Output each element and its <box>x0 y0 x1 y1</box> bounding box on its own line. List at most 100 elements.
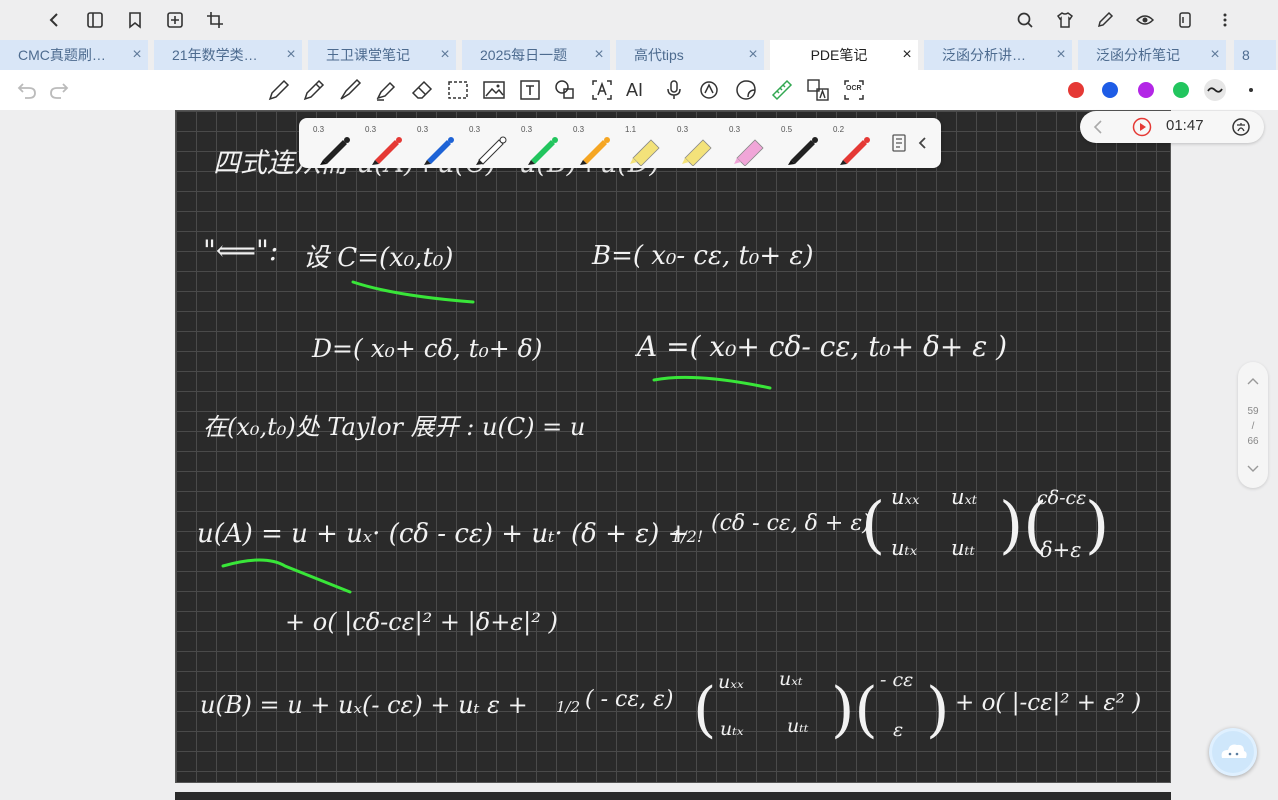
pen-slot-6[interactable]: 0.3 <box>569 120 617 166</box>
undo-icon[interactable] <box>15 78 39 102</box>
pen-width: 0.2 <box>833 125 845 134</box>
pen-width: 0.3 <box>469 125 481 134</box>
ai-icon[interactable]: AI <box>626 78 650 102</box>
recording-time: 01:47 <box>1166 117 1204 134</box>
pen-tray: 0.3 0.3 0.3 0.3 0.3 0.3 1.1 0.3 0.3 0.5 … <box>299 118 941 168</box>
ocr-icon[interactable]: OCR <box>842 78 866 102</box>
pen-mode-icon[interactable] <box>1091 6 1119 34</box>
tab-2025-daily[interactable]: 2025每日一题 × <box>462 40 612 70</box>
tab-label: CMC真题刷… <box>18 47 106 63</box>
translate-icon[interactable] <box>806 78 830 102</box>
page-up-icon[interactable] <box>1238 374 1268 388</box>
back-icon[interactable] <box>40 6 68 34</box>
tools-bar: AI OCR <box>0 70 1278 110</box>
close-icon[interactable]: × <box>1050 46 1072 64</box>
close-icon[interactable]: × <box>896 46 918 64</box>
tab-bar: CMC真题刷… × 21年数学类… × 王卫课堂笔记 × 2025每日一题 × 高代ti… <box>0 40 1278 70</box>
color-green[interactable] <box>1173 82 1189 98</box>
pen-slot-8[interactable]: 0.3 <box>673 120 721 166</box>
add-page-icon[interactable] <box>161 6 189 34</box>
stroke-style-icon[interactable] <box>1203 78 1227 102</box>
tab-label: 21年数学类… <box>172 47 258 63</box>
tab-algebra-tips[interactable]: 高代tips × <box>616 40 766 70</box>
close-icon[interactable]: × <box>588 46 610 64</box>
color-blue[interactable] <box>1102 82 1118 98</box>
lasso-select-icon[interactable] <box>446 78 470 102</box>
pen-width: 0.3 <box>417 125 429 134</box>
tab-wangwei[interactable]: 王卫课堂笔记 × <box>308 40 458 70</box>
transcribe-icon[interactable] <box>1230 117 1252 137</box>
page-total: 66 <box>1247 436 1259 447</box>
pen-width: 0.3 <box>573 125 585 134</box>
pencil-icon[interactable] <box>267 78 291 102</box>
tablet-icon[interactable] <box>1171 6 1199 34</box>
pen-width: 0.3 <box>365 125 377 134</box>
tab-label: PDE笔记 <box>810 47 868 63</box>
pen-slot-5[interactable]: 0.3 <box>517 120 565 166</box>
shirt-icon[interactable] <box>1051 6 1079 34</box>
pen-slot-11[interactable]: 0.2 <box>829 120 877 166</box>
tab-cmc[interactable]: CMC真题刷… × <box>0 40 150 70</box>
pen-slot-4[interactable]: 0.3 <box>465 120 513 166</box>
tab-functional-lecture[interactable]: 泛函分析讲… × <box>924 40 1074 70</box>
audio-tool-icon[interactable] <box>697 78 721 102</box>
text-recognize-icon[interactable] <box>590 78 614 102</box>
tab-label: 高代tips <box>634 47 684 63</box>
tab-overflow-count: 8 <box>1242 47 1250 63</box>
play-icon[interactable] <box>1132 117 1152 137</box>
pen-width: 0.3 <box>677 125 689 134</box>
notebook-page[interactable] <box>175 110 1171 783</box>
page-separator: / <box>1251 421 1255 432</box>
image-icon[interactable] <box>482 78 506 102</box>
close-icon[interactable]: × <box>280 46 302 64</box>
pen-width: 1.1 <box>625 125 637 134</box>
more-vertical-icon[interactable] <box>1211 6 1239 34</box>
pen-icon[interactable] <box>302 78 326 102</box>
pen-width: 0.3 <box>729 125 741 134</box>
search-icon[interactable] <box>1011 6 1039 34</box>
page-current: 59 <box>1247 406 1259 417</box>
text-box-icon[interactable] <box>518 78 542 102</box>
pen-slot-9[interactable]: 0.3 <box>725 120 773 166</box>
page-navigator: 59 / 66 <box>1238 362 1268 488</box>
assistant-cloud-icon[interactable] <box>1209 728 1257 776</box>
bookmark-icon[interactable] <box>121 6 149 34</box>
tab-functional-notes[interactable]: 泛函分析笔记 × <box>1078 40 1228 70</box>
close-icon[interactable]: × <box>126 46 148 64</box>
page-down-icon[interactable] <box>1238 462 1268 476</box>
stroke-size-dot[interactable] <box>1239 78 1263 102</box>
shapes-icon[interactable] <box>553 78 577 102</box>
pen-settings-icon[interactable] <box>891 134 907 152</box>
pen-slot-3[interactable]: 0.3 <box>413 120 461 166</box>
collapse-tray-icon[interactable] <box>917 135 929 151</box>
color-red[interactable] <box>1068 82 1084 98</box>
eraser-icon[interactable] <box>410 78 434 102</box>
highlighter-icon[interactable] <box>374 78 398 102</box>
eye-icon[interactable] <box>1131 6 1159 34</box>
ruler-icon[interactable] <box>770 78 794 102</box>
microphone-icon[interactable] <box>662 78 686 102</box>
top-bar <box>0 0 1278 40</box>
rewind-icon[interactable] <box>1092 119 1104 135</box>
tab-21-math[interactable]: 21年数学类… × <box>154 40 304 70</box>
redo-icon[interactable] <box>47 78 71 102</box>
notebook-icon[interactable] <box>81 6 109 34</box>
close-icon[interactable]: × <box>742 46 764 64</box>
pen-slot-10[interactable]: 0.5 <box>777 120 825 166</box>
tab-label: 泛函分析讲… <box>942 47 1026 63</box>
tab-pde-notes[interactable]: PDE笔记 × <box>770 40 920 70</box>
tab-label: 王卫课堂笔记 <box>326 47 410 63</box>
sticker-icon[interactable] <box>734 78 758 102</box>
crop-icon[interactable] <box>201 6 229 34</box>
ai-label: AI <box>626 80 644 100</box>
close-icon[interactable]: × <box>434 46 456 64</box>
tab-overflow[interactable]: 8 <box>1234 40 1278 70</box>
pen-slot-7[interactable]: 1.1 <box>621 120 669 166</box>
fountain-pen-icon[interactable] <box>338 78 362 102</box>
ocr-label: OCR <box>846 85 862 92</box>
pen-slot-1[interactable]: 0.3 <box>309 120 357 166</box>
pen-slot-2[interactable]: 0.3 <box>361 120 409 166</box>
tab-label: 泛函分析笔记 <box>1096 47 1180 63</box>
color-purple[interactable] <box>1138 82 1154 98</box>
close-icon[interactable]: × <box>1204 46 1226 64</box>
